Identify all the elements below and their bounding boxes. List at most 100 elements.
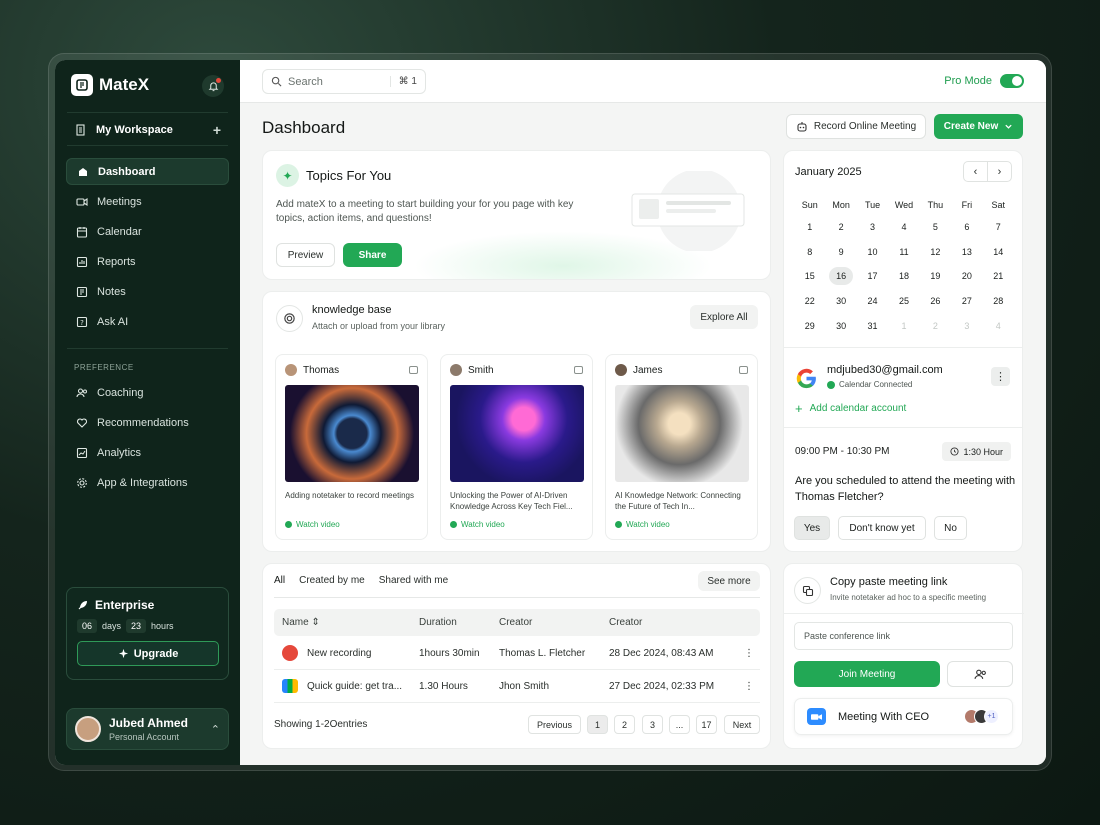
- video-card[interactable]: James AI Knowledge Network: Connecting t…: [605, 354, 758, 540]
- account-menu-button[interactable]: ⋮: [991, 367, 1010, 386]
- column-header-name[interactable]: Name ⇕: [282, 617, 320, 628]
- watch-video-link[interactable]: Watch video: [450, 520, 505, 529]
- calendar-day[interactable]: 4: [983, 313, 1014, 338]
- calendar-day[interactable]: 19: [920, 264, 951, 289]
- more-icon[interactable]: [409, 366, 418, 374]
- sidebar-item-dashboard[interactable]: Dashboard: [66, 158, 229, 185]
- preview-button[interactable]: Preview: [276, 243, 335, 267]
- calendar-day[interactable]: 30: [825, 289, 856, 314]
- more-icon[interactable]: [574, 366, 583, 374]
- calendar-day[interactable]: 20: [951, 264, 982, 289]
- video-thumbnail[interactable]: [285, 385, 419, 482]
- calendar-day[interactable]: 14: [983, 240, 1014, 265]
- calendar-day[interactable]: 12: [920, 240, 951, 265]
- tab-all[interactable]: All: [274, 575, 285, 586]
- account-email: mdjubed30@gmail.com: [827, 364, 943, 376]
- notification-button[interactable]: [202, 75, 224, 97]
- calendar-day[interactable]: 3: [951, 313, 982, 338]
- add-workspace-icon[interactable]: +: [213, 122, 221, 138]
- sidebar-item-recommendations[interactable]: Recommendations: [66, 409, 229, 436]
- calendar-day[interactable]: 25: [888, 289, 919, 314]
- row-menu-icon[interactable]: ⋮: [744, 648, 754, 659]
- page-button[interactable]: 17: [696, 715, 717, 734]
- video-card[interactable]: Thomas Adding notetaker to record meetin…: [275, 354, 428, 540]
- next-page-button[interactable]: Next: [724, 715, 760, 734]
- video-thumbnail[interactable]: [615, 385, 749, 482]
- calendar-day[interactable]: 4: [888, 215, 919, 240]
- calendar-day[interactable]: 26: [920, 289, 951, 314]
- sidebar-item-calendar[interactable]: Calendar: [66, 218, 229, 245]
- calendar-day[interactable]: 13: [951, 240, 982, 265]
- sidebar-item-meetings[interactable]: Meetings: [66, 188, 229, 215]
- calendar-day[interactable]: 18: [888, 264, 919, 289]
- calendar-day[interactable]: 6: [951, 215, 982, 240]
- next-month-button[interactable]: ›: [988, 162, 1011, 181]
- calendar-day[interactable]: 5: [920, 215, 951, 240]
- toggle-switch[interactable]: [1000, 74, 1024, 88]
- calendar-day[interactable]: 2: [920, 313, 951, 338]
- sidebar-item-notes[interactable]: Notes: [66, 278, 229, 305]
- prev-month-button[interactable]: ‹: [964, 162, 988, 181]
- answer-no-button[interactable]: No: [934, 516, 967, 540]
- sidebar-item-ask-ai[interactable]: ? Ask AI: [66, 308, 229, 335]
- calendar-day[interactable]: 7: [983, 215, 1014, 240]
- page-button[interactable]: 1: [587, 715, 608, 734]
- record-meeting-button[interactable]: Record Online Meeting: [786, 114, 926, 139]
- join-meeting-button[interactable]: Join Meeting: [794, 661, 940, 687]
- watch-video-link[interactable]: Watch video: [615, 520, 670, 529]
- calendar-day[interactable]: 8: [794, 240, 825, 265]
- sidebar-item-reports[interactable]: Reports: [66, 248, 229, 275]
- invite-participants-button[interactable]: [947, 661, 1013, 687]
- search-input[interactable]: Search ⌘ 1: [262, 69, 426, 94]
- shortcut-hint: ⌘ 1: [389, 76, 417, 87]
- video-card[interactable]: Smith Unlocking the Power of AI-Driven K…: [440, 354, 593, 540]
- more-icon[interactable]: [739, 366, 748, 374]
- workspace-selector[interactable]: My Workspace +: [75, 122, 221, 138]
- calendar-day[interactable]: 9: [825, 240, 856, 265]
- watch-video-link[interactable]: Watch video: [285, 520, 340, 529]
- answer-maybe-button[interactable]: Don't know yet: [838, 516, 926, 540]
- calendar-day[interactable]: 29: [794, 313, 825, 338]
- calendar-day[interactable]: 17: [857, 264, 888, 289]
- calendar-day[interactable]: 1: [888, 313, 919, 338]
- page-button[interactable]: 3: [642, 715, 663, 734]
- calendar-day[interactable]: 21: [983, 264, 1014, 289]
- page-button[interactable]: 2: [614, 715, 635, 734]
- calendar-day-today[interactable]: 16: [825, 264, 856, 289]
- calendar-day[interactable]: 2: [825, 215, 856, 240]
- calendar-day[interactable]: 11: [888, 240, 919, 265]
- calendar-day[interactable]: 24: [857, 289, 888, 314]
- sidebar-item-coaching[interactable]: Coaching: [66, 379, 229, 406]
- explore-all-button[interactable]: Explore All: [690, 305, 758, 329]
- tab-shared-with-me[interactable]: Shared with me: [379, 575, 448, 586]
- calendar-day[interactable]: 3: [857, 215, 888, 240]
- see-more-button[interactable]: See more: [698, 571, 760, 591]
- calendar-day[interactable]: 28: [983, 289, 1014, 314]
- share-button[interactable]: Share: [343, 243, 402, 267]
- sidebar-item-integrations[interactable]: App & Integrations: [66, 469, 229, 496]
- user-menu[interactable]: Jubed Ahmed Personal Account ⌃: [66, 708, 229, 750]
- pro-mode-toggle[interactable]: Pro Mode: [944, 74, 1024, 88]
- previous-page-button[interactable]: Previous: [528, 715, 581, 734]
- calendar-day[interactable]: 10: [857, 240, 888, 265]
- upgrade-button[interactable]: Upgrade: [77, 641, 219, 666]
- tab-created-by-me[interactable]: Created by me: [299, 575, 365, 586]
- calendar-day[interactable]: 22: [794, 289, 825, 314]
- sidebar-item-analytics[interactable]: Analytics: [66, 439, 229, 466]
- calendar-day[interactable]: 1: [794, 215, 825, 240]
- table-row[interactable]: New recording 1hours 30min Thomas L. Fle…: [274, 637, 760, 670]
- calendar-day[interactable]: 30: [825, 313, 856, 338]
- event-time: 09:00 PM - 10:30 PM: [795, 446, 890, 457]
- calendar-day[interactable]: 27: [951, 289, 982, 314]
- table-row[interactable]: Quick guide: get tra... 1.30 Hours Jhon …: [274, 670, 760, 703]
- answer-yes-button[interactable]: Yes: [794, 516, 830, 540]
- add-calendar-account-link[interactable]: + Add calendar account: [795, 401, 906, 416]
- calendar-day[interactable]: 31: [857, 313, 888, 338]
- conference-link-input[interactable]: Paste conference link: [794, 622, 1013, 650]
- calendar-day[interactable]: 15: [794, 264, 825, 289]
- create-new-button[interactable]: Create New: [934, 114, 1023, 139]
- upcoming-meeting-item[interactable]: Meeting With CEO +1: [794, 698, 1013, 735]
- row-menu-icon[interactable]: ⋮: [744, 681, 754, 692]
- video-thumbnail[interactable]: [450, 385, 584, 482]
- app-logo[interactable]: MateX: [71, 74, 149, 96]
